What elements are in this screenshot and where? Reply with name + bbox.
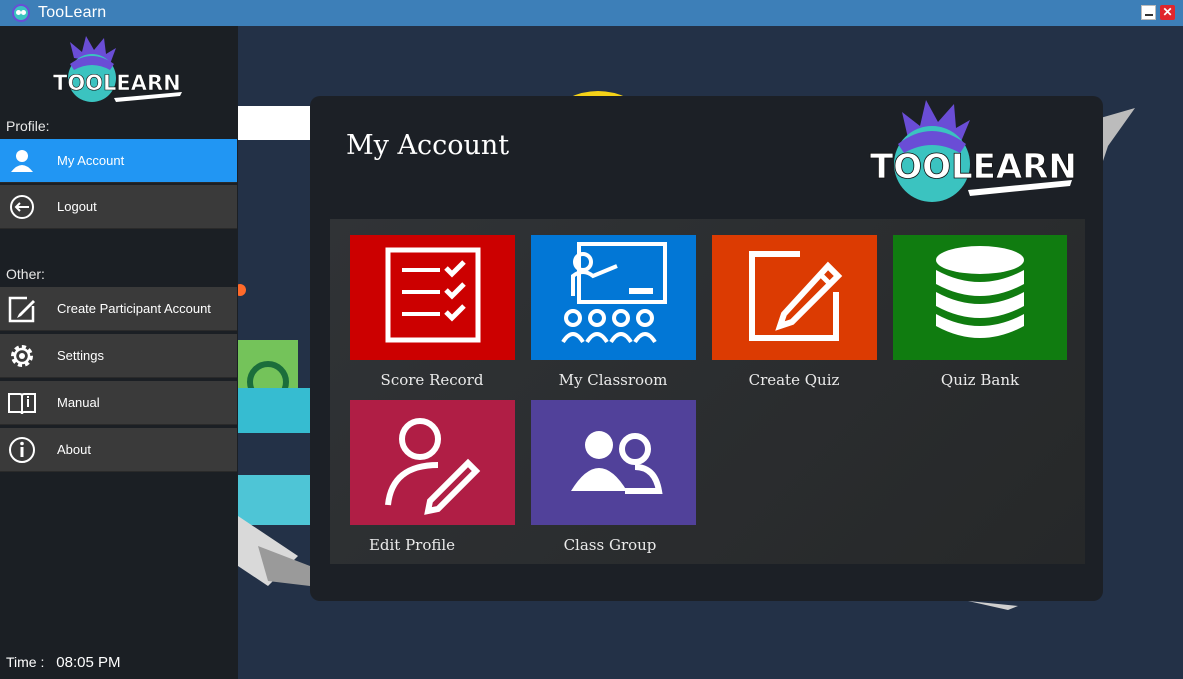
- other-section-label: Other:: [6, 266, 45, 282]
- tile-edit-profile[interactable]: [350, 400, 515, 525]
- sidebar-item-label: About: [57, 442, 91, 457]
- sidebar-item-settings[interactable]: Settings: [0, 334, 237, 378]
- info-icon: [7, 435, 37, 465]
- app-icon: [12, 4, 30, 22]
- sidebar-item-label: Create Participant Account: [57, 301, 211, 316]
- tile-my-classroom[interactable]: [531, 235, 696, 360]
- tile-label-quiz-bank: Quiz Bank: [940, 371, 1020, 389]
- close-button[interactable]: ✕: [1160, 5, 1175, 20]
- svg-text:TOOLEARN: TOOLEARN: [870, 147, 1076, 187]
- sidebar-item-label: My Account: [57, 153, 125, 168]
- gear-icon: [7, 341, 37, 371]
- tile-score-record[interactable]: [350, 235, 515, 360]
- sidebar-item-my-account[interactable]: My Account: [0, 139, 237, 183]
- sidebar-item-logout[interactable]: Logout: [0, 185, 237, 229]
- window-title: TooLearn: [38, 4, 107, 21]
- toolearn-logo: TOOLEARN: [52, 34, 186, 110]
- tile-label-score-record: Score Record: [380, 371, 484, 389]
- svg-text:TOOLEARN: TOOLEARN: [53, 71, 181, 95]
- users-icon: [559, 405, 669, 520]
- tile-label-edit-profile: Edit Profile: [368, 536, 456, 554]
- sidebar-item-label: Settings: [57, 348, 104, 363]
- profile-section-label: Profile:: [6, 118, 50, 134]
- user-edit-icon: [378, 405, 488, 520]
- tile-class-group[interactable]: [531, 400, 696, 525]
- checklist-icon: [378, 240, 488, 355]
- time-value: 08:05 PM: [56, 654, 121, 671]
- sidebar-item-label: Logout: [57, 199, 97, 214]
- sidebar-item-create-participant-account[interactable]: Create Participant Account: [0, 287, 237, 331]
- tile-label-create-quiz: Create Quiz: [748, 371, 840, 389]
- my-account-panel: My Account TOOLEARN Score Record My Clas…: [310, 96, 1103, 601]
- sidebar-item-label: Manual: [57, 395, 100, 410]
- minimize-button[interactable]: [1141, 5, 1156, 20]
- tile-label-class-group: Class Group: [563, 536, 657, 554]
- logout-icon: [7, 192, 37, 222]
- database-icon: [925, 240, 1035, 355]
- tile-create-quiz[interactable]: [712, 235, 877, 360]
- edit-icon: [7, 294, 37, 324]
- toolearn-logo-large: TOOLEARN: [868, 98, 1077, 208]
- tile-label-my-classroom: My Classroom: [558, 371, 668, 389]
- sidebar-item-manual[interactable]: Manual: [0, 381, 237, 425]
- user-icon: [7, 146, 37, 176]
- tiles-grid: Score Record My Classroom Create Quiz Qu…: [330, 219, 1085, 564]
- pencil-square-icon: [740, 240, 850, 355]
- time-label: Time :: [6, 654, 45, 670]
- page-title: My Account: [346, 130, 510, 161]
- time-display: Time : 08:05 PM: [6, 654, 120, 671]
- sidebar: TOOLEARN Profile: My Account Logout Othe…: [0, 26, 238, 679]
- title-bar: TooLearn ✕: [0, 0, 1183, 26]
- tile-quiz-bank[interactable]: [893, 235, 1067, 360]
- sidebar-item-about[interactable]: About: [0, 428, 237, 472]
- classroom-icon: [559, 240, 669, 355]
- book-icon: [7, 388, 37, 418]
